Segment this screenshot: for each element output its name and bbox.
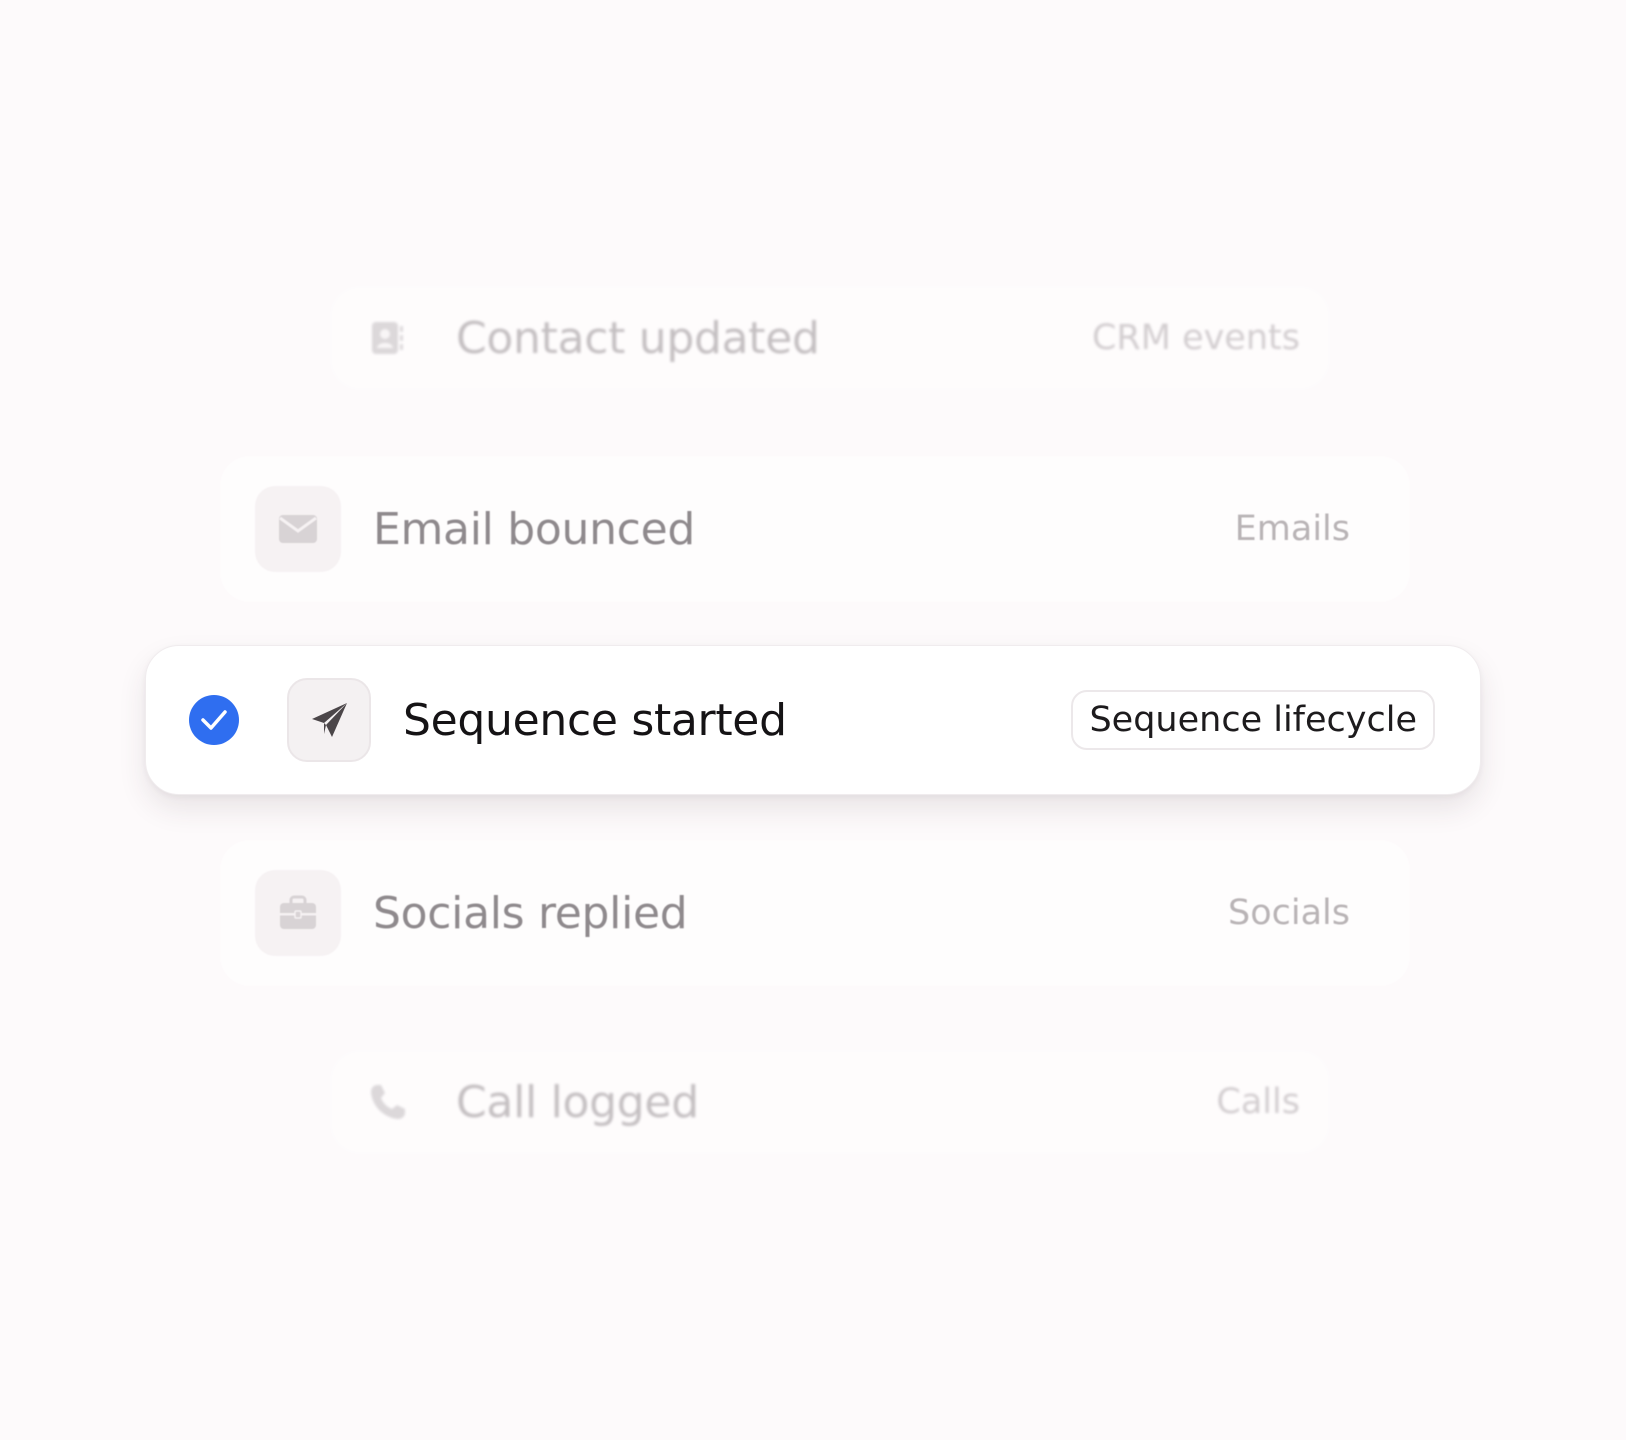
- event-row-email-bounced[interactable]: Email bounced Emails: [220, 456, 1410, 602]
- event-row-sequence-started[interactable]: Sequence started Sequence lifecycle: [145, 645, 1481, 795]
- event-label: Sequence started: [403, 694, 787, 746]
- phone-icon: [360, 1074, 416, 1130]
- category-tag: CRM events: [1091, 318, 1300, 358]
- category-tag: Sequence lifecycle: [1071, 690, 1435, 750]
- event-label: Email bounced: [373, 503, 695, 555]
- briefcase-icon: [255, 870, 341, 956]
- event-label: Socials replied: [373, 887, 688, 939]
- category-tag: Emails: [1234, 509, 1350, 549]
- event-row-socials-replied[interactable]: Socials replied Socials: [220, 840, 1410, 986]
- contact-card-icon: [360, 310, 416, 366]
- event-label: Call logged: [456, 1076, 699, 1128]
- event-row-contact-updated[interactable]: Contact updated CRM events: [330, 286, 1330, 390]
- category-tag: Calls: [1216, 1082, 1300, 1122]
- event-label: Contact updated: [456, 312, 820, 364]
- event-row-call-logged[interactable]: Call logged Calls: [330, 1050, 1330, 1154]
- paper-plane-icon: [287, 678, 371, 762]
- category-tag: Socials: [1227, 893, 1350, 933]
- envelope-icon: [255, 486, 341, 572]
- checkmark-icon[interactable]: [189, 695, 239, 745]
- event-picker: Contact updated CRM events Email bounced…: [0, 0, 1626, 1440]
